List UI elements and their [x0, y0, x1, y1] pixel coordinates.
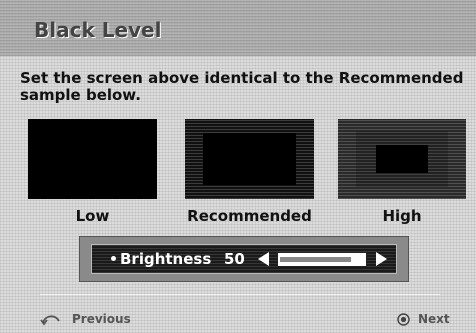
sample-high-image	[338, 119, 466, 199]
slider-fill	[280, 257, 351, 262]
return-icon	[40, 315, 60, 326]
sample-high-core	[376, 145, 428, 173]
sample-low-image	[28, 119, 157, 199]
black-level-screen: Black Level Set the screen above identic…	[0, 0, 476, 333]
sample-recommended-image	[185, 119, 314, 199]
page-title: Black Level	[34, 18, 162, 42]
footer-divider	[40, 294, 440, 295]
brightness-slider[interactable]	[277, 252, 367, 267]
brightness-control-panel: Brightness 50	[79, 236, 409, 282]
previous-button[interactable]: Previous	[40, 310, 131, 328]
brightness-label: Brightness	[120, 250, 212, 268]
sample-label-recommended: Recommended	[187, 207, 312, 225]
enter-icon	[397, 312, 410, 326]
brightness-control[interactable]: Brightness 50	[91, 244, 397, 274]
sample-label-low: Low	[75, 207, 110, 225]
brightness-value: 50	[224, 250, 245, 268]
previous-label: Previous	[72, 312, 131, 326]
sample-recommended-inner	[203, 133, 296, 185]
next-label: Next	[418, 312, 450, 326]
increase-arrow-icon[interactable]	[376, 252, 387, 266]
bullet-icon	[111, 256, 116, 261]
decrease-arrow-icon[interactable]	[258, 252, 269, 266]
next-button[interactable]: Next	[397, 310, 450, 328]
sample-label-high: High	[382, 207, 422, 225]
instruction-text: Set the screen above identical to the Re…	[20, 69, 464, 104]
